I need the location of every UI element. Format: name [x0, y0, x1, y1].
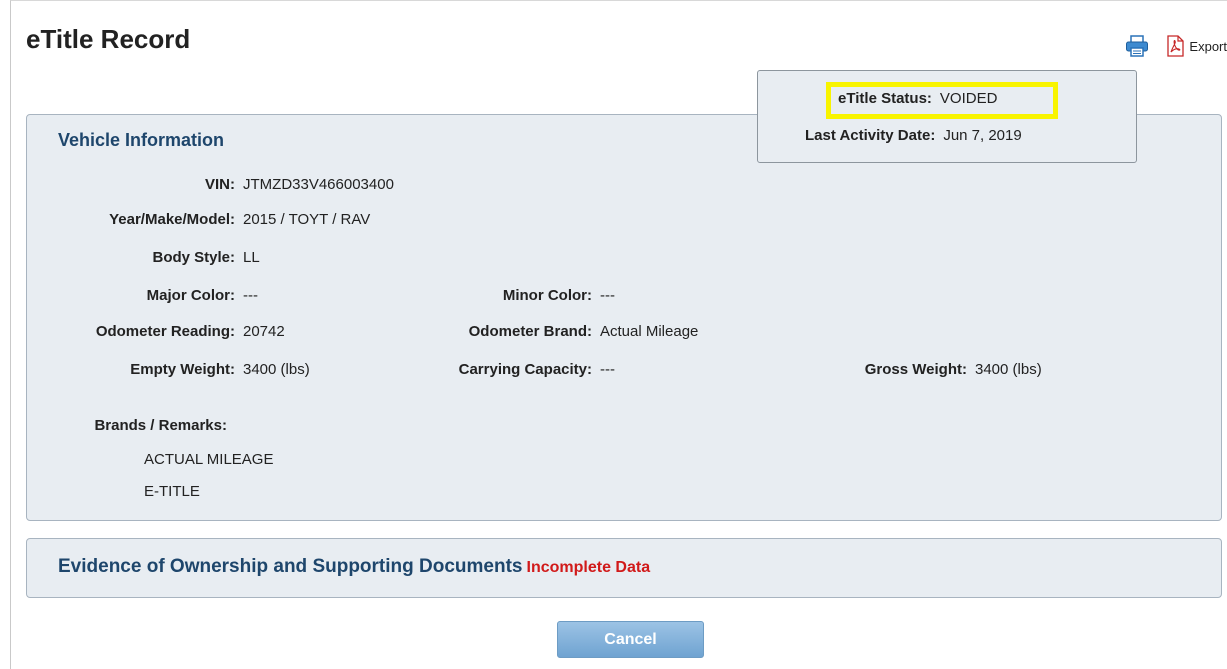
remark-item: E-TITLE [144, 483, 200, 500]
year-make-model-label: Year/Make/Model: [109, 211, 235, 228]
gross-weight-label: Gross Weight: [864, 361, 967, 378]
incomplete-data-flag: Incomplete Data [526, 559, 651, 576]
vehicle-information-title: Vehicle Information [58, 130, 225, 150]
odometer-reading-label: Odometer Reading: [95, 323, 235, 340]
evidence-title[interactable]: Evidence of Ownership and Supporting Doc… [58, 556, 650, 578]
carrying-capacity-field: Carrying Capacity: --- [427, 361, 615, 378]
odometer-reading-value: 20742 [243, 323, 285, 340]
etitle-status-row: eTitle Status: VOIDED [838, 90, 997, 107]
odometer-brand-label: Odometer Brand: [468, 323, 592, 340]
body-style-value: LL [243, 249, 260, 266]
vin-label: VIN: [205, 176, 235, 193]
odometer-brand-value: Actual Mileage [600, 323, 699, 340]
vin-field: VIN: JTMZD33V466003400 [27, 176, 394, 193]
export-link[interactable]: Export [1189, 39, 1227, 54]
evidence-title-text[interactable]: Evidence of Ownership and Supporting Doc… [58, 556, 523, 577]
cancel-button[interactable]: Cancel [557, 621, 704, 658]
major-color-value: --- [243, 287, 258, 304]
brands-remarks-label: Brands / Remarks: [94, 417, 227, 434]
major-color-field: Major Color: --- [27, 287, 258, 304]
minor-color-value: --- [600, 287, 615, 304]
carrying-capacity-label: Carrying Capacity: [458, 361, 592, 378]
body-style-label: Body Style: [152, 249, 235, 266]
vin-value: JTMZD33V466003400 [243, 176, 394, 193]
minor-color-field: Minor Color: --- [427, 287, 615, 304]
page-title: eTitle Record [26, 24, 191, 54]
evidence-panel[interactable]: Evidence of Ownership and Supporting Doc… [26, 538, 1222, 598]
carrying-capacity-value: --- [600, 361, 615, 378]
etitle-status-label: eTitle Status: [838, 90, 932, 107]
empty-weight-value: 3400 (lbs) [243, 361, 310, 378]
empty-weight-field: Empty Weight: 3400 (lbs) [27, 361, 310, 378]
last-activity-value: Jun 7, 2019 [943, 127, 1022, 144]
remark-item: ACTUAL MILEAGE [144, 451, 274, 468]
printer-icon[interactable] [1125, 35, 1149, 57]
status-box: eTitle Status: VOIDED Last Activity Date:… [757, 70, 1137, 163]
minor-color-label: Minor Color: [502, 287, 592, 304]
pdf-icon[interactable] [1165, 35, 1185, 57]
odometer-reading-field: Odometer Reading: 20742 [27, 323, 285, 340]
year-make-model-value: 2015 / TOYT / RAV [243, 211, 371, 228]
gross-weight-field: Gross Weight: 3400 (lbs) [727, 361, 1042, 378]
major-color-label: Major Color: [146, 287, 235, 304]
brands-remarks-field: Brands / Remarks: [27, 417, 227, 434]
body-style-field: Body Style: LL [27, 249, 260, 266]
vehicle-information-panel: Vehicle Information VIN: JTMZD33V4660034… [26, 114, 1222, 521]
toolbar: Export [1125, 34, 1227, 58]
year-make-model-field: Year/Make/Model: 2015 / TOYT / RAV [27, 211, 370, 228]
last-activity-label: Last Activity Date: [805, 127, 936, 144]
last-activity-row: Last Activity Date: Jun 7, 2019 [805, 127, 1022, 144]
etitle-status-value: VOIDED [939, 90, 998, 107]
gross-weight-value: 3400 (lbs) [975, 361, 1042, 378]
odometer-brand-field: Odometer Brand: Actual Mileage [427, 323, 699, 340]
empty-weight-label: Empty Weight: [130, 361, 235, 378]
